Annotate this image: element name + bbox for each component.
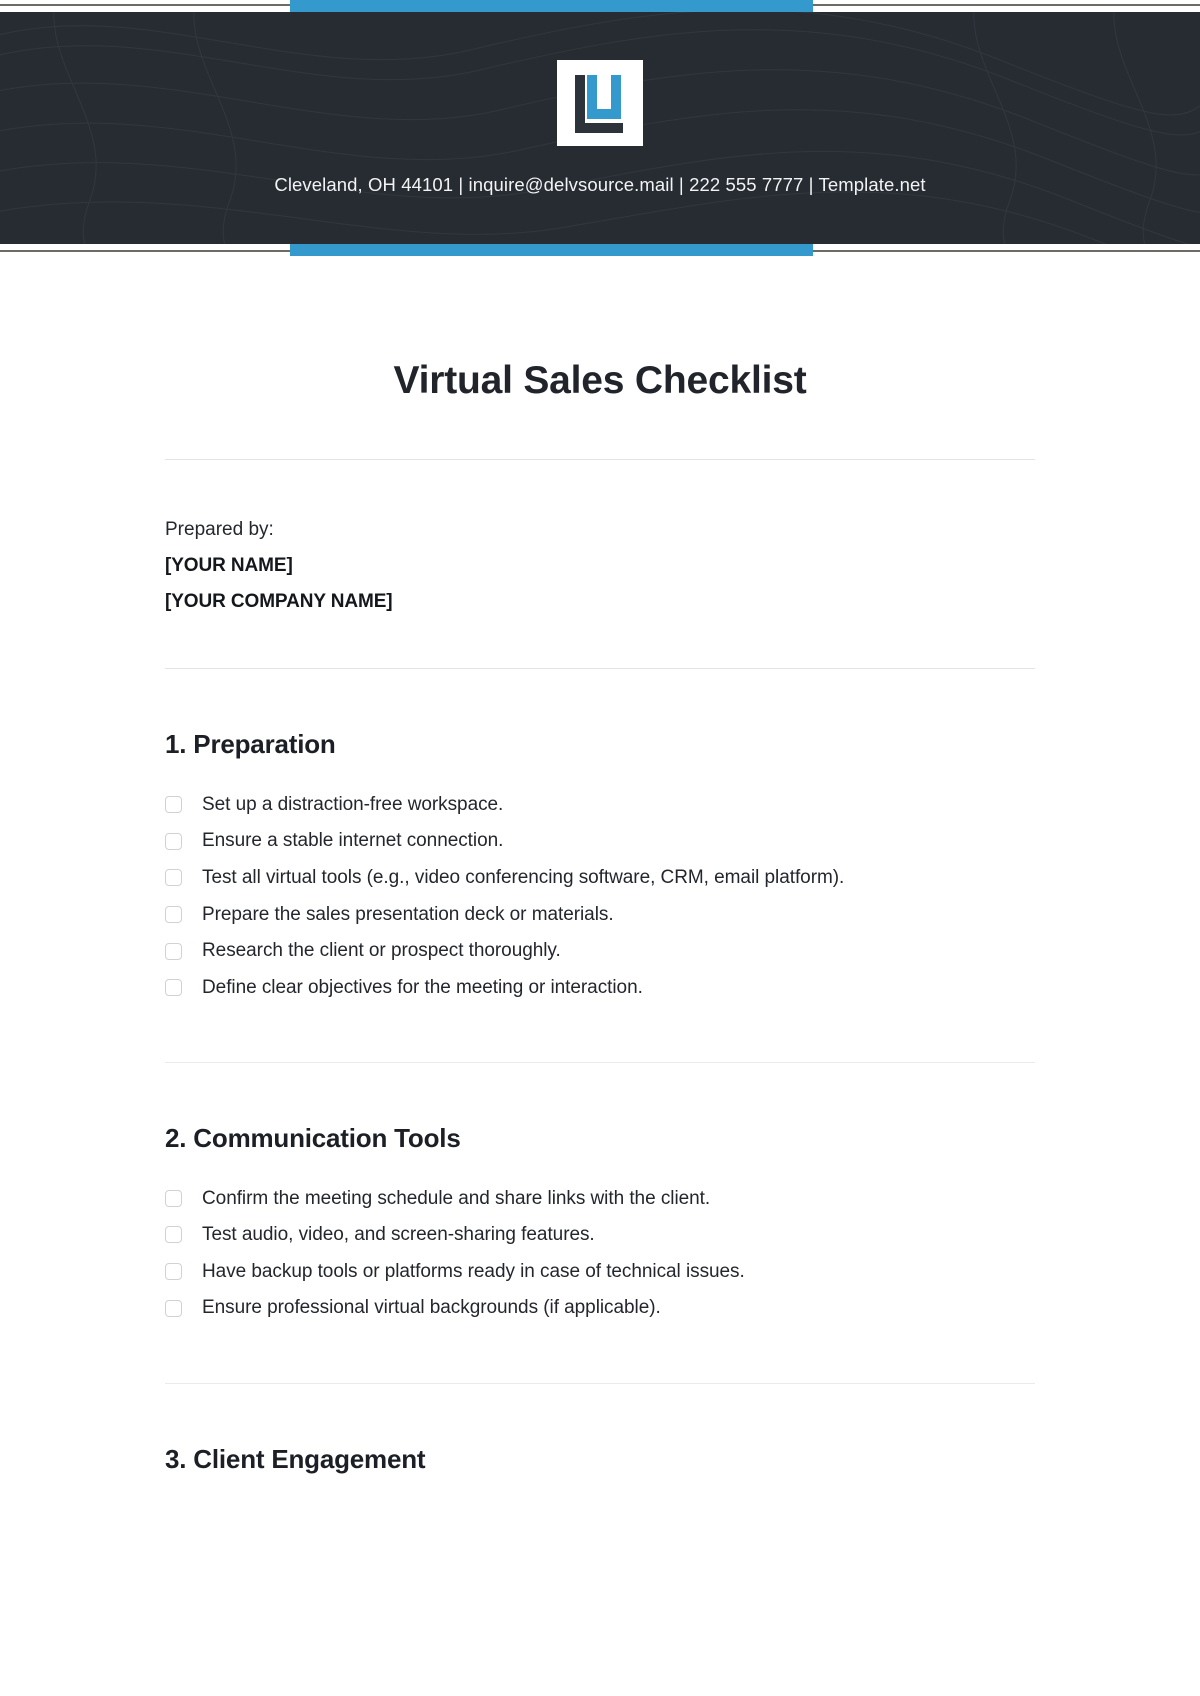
company-logo: [557, 60, 643, 146]
check-list-item[interactable]: Test all virtual tools (e.g., video conf…: [165, 859, 1035, 896]
section-heading: 3. Client Engagement: [165, 1443, 426, 1474]
prepared-by-company[interactable]: [YOUR COMPANY NAME]: [165, 584, 1035, 620]
checkbox-icon[interactable]: [165, 869, 182, 887]
checkbox-icon[interactable]: [165, 942, 182, 960]
accent-bar-top: [290, 0, 813, 12]
prepared-by-name[interactable]: [YOUR NAME]: [165, 548, 1035, 584]
section-heading: 1. Preparation: [165, 729, 336, 760]
checkbox-icon[interactable]: [165, 979, 182, 997]
check-list-item[interactable]: Have backup tools or platforms ready in …: [165, 1253, 1035, 1290]
prepared-by-label: Prepared by:: [165, 518, 274, 540]
check-list-item[interactable]: Ensure a stable internet connection.: [165, 823, 1035, 860]
check-item-label: Research the client or prospect thorough…: [202, 940, 561, 962]
check-item-label: Confirm the meeting schedule and share l…: [202, 1187, 711, 1209]
checklist-section: 2. Communication Tools Confirm the meetin…: [165, 1063, 1035, 1384]
rail-line-left: [0, 0, 290, 12]
rail-line-right: [813, 0, 1200, 12]
accent-bar-bottom: [290, 244, 813, 256]
check-list: Confirm the meeting schedule and share l…: [165, 1180, 1035, 1327]
check-item-label: Set up a distraction-free workspace.: [202, 793, 504, 815]
check-item-label: Ensure a stable internet connection.: [202, 830, 504, 852]
prepared-by-block: Prepared by: [YOUR NAME] [YOUR COMPANY N…: [165, 460, 1035, 620]
check-item-label: Define clear objectives for the meeting …: [202, 976, 643, 998]
check-item-label: Ensure professional virtual backgrounds …: [202, 1297, 661, 1319]
checkbox-icon[interactable]: [165, 1189, 182, 1207]
rail-line-left-bottom: [0, 244, 290, 256]
checkbox-icon[interactable]: [165, 795, 182, 813]
check-list-item[interactable]: Ensure professional virtual backgrounds …: [165, 1290, 1035, 1327]
checkbox-icon[interactable]: [165, 1299, 182, 1317]
checkbox-icon[interactable]: [165, 905, 182, 923]
company-contact-line: Cleveland, OH 44101 | inquire@delvsource…: [274, 174, 926, 195]
header-top-rail: [0, 0, 1200, 12]
checklist-section: 3. Client Engagement: [165, 1384, 1035, 1475]
rail-line-right-bottom: [813, 244, 1200, 256]
document-header: Cleveland, OH 44101 | inquire@delvsource…: [0, 0, 1200, 256]
checklist-sections: 1. Preparation Set up a distraction-free …: [165, 669, 1035, 1474]
check-item-label: Test all virtual tools (e.g., video conf…: [202, 866, 845, 888]
check-list-item[interactable]: Research the client or prospect thorough…: [165, 933, 1035, 970]
checkbox-icon[interactable]: [165, 832, 182, 850]
check-list-item[interactable]: Prepare the sales presentation deck or m…: [165, 896, 1035, 933]
check-item-label: Prepare the sales presentation deck or m…: [202, 903, 614, 925]
check-item-label: Have backup tools or platforms ready in …: [202, 1260, 745, 1282]
check-list-item[interactable]: Set up a distraction-free workspace.: [165, 786, 1035, 823]
check-list-item[interactable]: Test audio, video, and screen-sharing fe…: [165, 1217, 1035, 1254]
check-item-label: Test audio, video, and screen-sharing fe…: [202, 1224, 595, 1246]
checklist-section: 1. Preparation Set up a distraction-free …: [165, 669, 1035, 1064]
checkbox-icon[interactable]: [165, 1226, 182, 1244]
document-body: Virtual Sales Checklist Prepared by: [YO…: [0, 256, 1200, 1475]
check-list: Set up a distraction-free workspace. Ensu…: [165, 786, 1035, 1006]
check-list-item[interactable]: Define clear objectives for the meeting …: [165, 969, 1035, 1006]
checkbox-icon[interactable]: [165, 1263, 182, 1281]
page-title: Virtual Sales Checklist: [393, 359, 807, 402]
check-list-item[interactable]: Confirm the meeting schedule and share l…: [165, 1180, 1035, 1217]
header-bottom-rail: [0, 244, 1200, 256]
section-heading: 2. Communication Tools: [165, 1123, 461, 1154]
